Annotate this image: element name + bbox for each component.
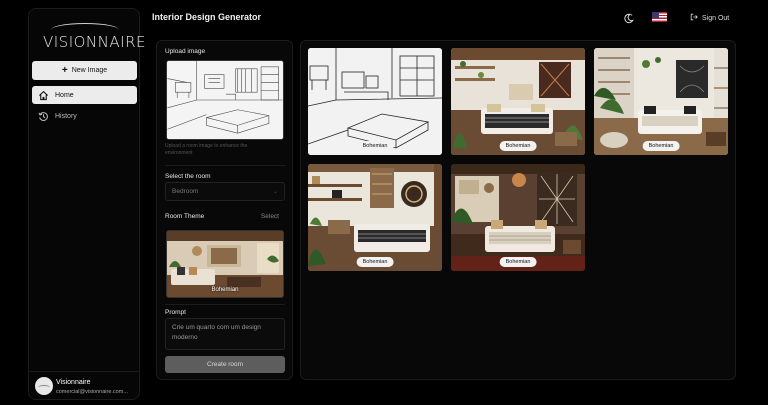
flag-canton — [652, 12, 659, 18]
home-icon — [37, 89, 49, 101]
sign-out-button[interactable]: Sign Out — [690, 13, 729, 23]
result-render-image — [594, 48, 728, 155]
result-card[interactable]: Bohemian — [451, 48, 585, 155]
user-email: comercial@visionnaire.com... — [56, 389, 128, 395]
avatar — [35, 377, 53, 395]
new-image-label: New Image — [71, 67, 108, 74]
prompt-label: Prompt — [165, 309, 186, 316]
room-label: Select the room — [165, 173, 211, 180]
result-tag: Bohemian — [642, 141, 680, 151]
room-select-value: Bedroom — [172, 188, 199, 195]
result-render-image — [451, 48, 585, 155]
sign-out-icon — [690, 13, 698, 23]
result-card[interactable]: Bohemian — [451, 164, 585, 271]
chevron-down-icon: ⌄ — [272, 189, 278, 195]
user-name: Visionnaire — [56, 379, 91, 386]
results-gallery: Bohemian Bohemian Bohemian Bohemian Bohe… — [300, 40, 736, 380]
result-tag: Bohemian — [356, 141, 394, 151]
new-image-button[interactable]: + New Image — [32, 61, 137, 80]
history-icon — [37, 110, 49, 122]
result-render-image — [308, 164, 442, 271]
upload-hint: Upload a room image to enhance the envir… — [165, 143, 248, 156]
sidebar-item-history[interactable]: History — [32, 107, 137, 125]
theme-card-label: Bohemian — [211, 287, 239, 293]
result-sketch-image — [308, 48, 442, 155]
upload-label: Upload image — [165, 48, 206, 55]
theme-select-link[interactable]: Select — [261, 213, 279, 220]
divider — [165, 304, 285, 305]
us-flag-icon[interactable] — [652, 12, 667, 22]
selected-theme-card[interactable]: Bohemian — [166, 230, 284, 298]
uploaded-sketch-image — [167, 61, 283, 139]
result-tag: Bohemian — [356, 257, 394, 267]
sidebar-item-label: Home — [55, 91, 74, 99]
sidebar-item-home[interactable]: Home — [32, 86, 137, 104]
result-card[interactable]: Bohemian — [308, 164, 442, 271]
sidebar: VISIONNAIRE + New Image Home History Vis… — [28, 8, 146, 400]
theme-label: Room Theme — [165, 213, 205, 220]
plus-icon: + — [61, 64, 68, 76]
result-card[interactable]: Bohemian — [308, 48, 442, 155]
sidebar-item-label: History — [55, 112, 77, 120]
result-card[interactable]: Bohemian — [594, 48, 728, 155]
divider — [165, 165, 285, 166]
theme-toggle-icon[interactable] — [623, 11, 634, 24]
user-profile[interactable]: Visionnaire comercial@visionnaire.com... — [29, 371, 139, 399]
page-title: Interior Design Generator — [152, 12, 262, 22]
result-render-image — [451, 164, 585, 271]
logo-text: VISIONNAIRE — [43, 33, 146, 51]
result-tag: Bohemian — [499, 257, 537, 267]
create-room-button[interactable]: Create room — [165, 356, 285, 373]
room-select[interactable]: Bedroom ⌄ — [165, 182, 285, 201]
prompt-textarea[interactable]: Crie um quarto com um design moderno — [165, 318, 285, 350]
upload-dropzone[interactable] — [166, 60, 284, 140]
sign-out-label: Sign Out — [702, 14, 730, 22]
design-form-panel: Upload image Upload a room image to enha… — [156, 40, 293, 380]
brand-logo[interactable]: VISIONNAIRE — [43, 19, 146, 53]
result-tag: Bohemian — [499, 141, 537, 151]
